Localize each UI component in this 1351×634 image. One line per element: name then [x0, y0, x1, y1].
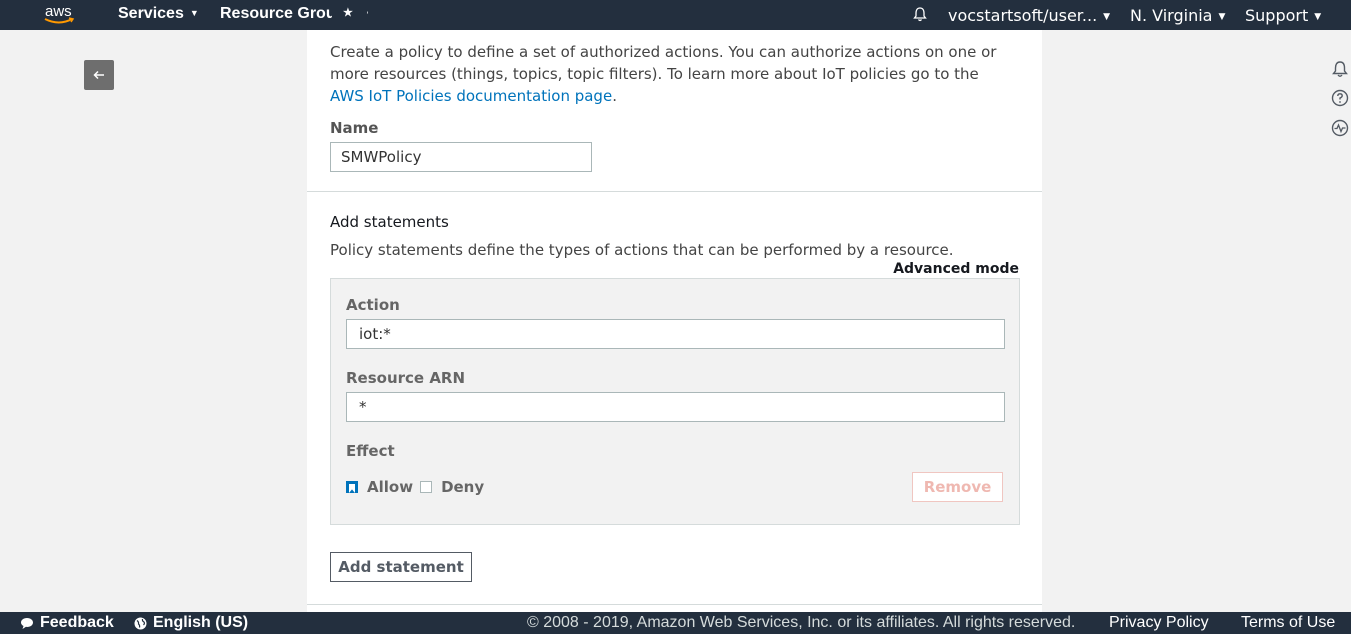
- help-icon[interactable]: [1331, 89, 1349, 107]
- top-navigation-bar: aws Services ▼ Resource Grou ★ ˒ vocstart…: [0, 0, 1351, 30]
- support-menu[interactable]: Support ▼: [1245, 6, 1321, 25]
- add-statements-heading: Add statements: [330, 213, 449, 231]
- language-selector[interactable]: English (US): [134, 614, 248, 632]
- region-menu[interactable]: N. Virginia ▼: [1130, 6, 1225, 25]
- resource-arn-label: Resource ARN: [346, 369, 466, 387]
- allow-label[interactable]: Allow: [367, 478, 413, 496]
- chevron-down-icon: ▼: [1103, 12, 1111, 22]
- support-label: Support: [1245, 6, 1309, 25]
- action-input[interactable]: iot:*: [346, 319, 1005, 349]
- resource-groups-label: Resource Grou: [220, 5, 332, 22]
- account-label: vocstartsoft/user...: [948, 6, 1098, 25]
- star-pin-icon[interactable]: ★: [343, 6, 353, 19]
- chevron-down-icon: ▼: [1314, 12, 1322, 22]
- arrow-left-icon: [93, 70, 104, 80]
- account-menu[interactable]: vocstartsoft/user... ▼: [948, 6, 1110, 25]
- services-menu[interactable]: Services ▼: [118, 5, 199, 23]
- terms-of-use-link[interactable]: Terms of Use: [1241, 614, 1335, 632]
- deny-label[interactable]: Deny: [441, 478, 484, 496]
- aws-logo[interactable]: aws: [44, 3, 78, 27]
- region-label: N. Virginia: [1130, 6, 1213, 25]
- resource-groups-menu[interactable]: Resource Grou: [220, 5, 332, 23]
- activity-pulse-icon[interactable]: [1331, 119, 1349, 137]
- panel-bottom-divider: [307, 604, 1042, 605]
- footer-bar: Feedback English (US) © 2008 - 2019, Ama…: [0, 612, 1351, 634]
- create-policy-panel: Create a policy to define a set of autho…: [307, 30, 1042, 612]
- notification-bell-icon[interactable]: [1331, 60, 1349, 78]
- intro-description: Create a policy to define a set of autho…: [330, 41, 1010, 107]
- intro-end: .: [612, 87, 617, 105]
- speech-bubble-icon: [21, 617, 33, 629]
- feedback-button[interactable]: Feedback: [20, 614, 114, 632]
- resource-arn-input[interactable]: *: [346, 392, 1005, 422]
- advanced-mode-link[interactable]: Advanced mode: [893, 261, 1019, 277]
- remove-statement-button[interactable]: Remove: [912, 472, 1003, 502]
- allow-checkbox[interactable]: [346, 481, 358, 493]
- bell-icon[interactable]: [913, 7, 927, 27]
- services-label: Services: [118, 5, 184, 22]
- privacy-policy-link[interactable]: Privacy Policy: [1109, 614, 1209, 632]
- deny-checkbox[interactable]: [420, 481, 433, 493]
- chevron-down-icon: ▼: [1218, 12, 1226, 22]
- iot-policies-doc-link[interactable]: AWS IoT Policies documentation page: [330, 87, 612, 105]
- feedback-label: Feedback: [40, 614, 114, 631]
- statements-description: Policy statements define the types of ac…: [330, 241, 954, 259]
- copyright-text: © 2008 - 2019, Amazon Web Services, Inc.…: [527, 614, 1076, 631]
- policy-statement-box: Action iot:* Resource ARN * Effect Allow…: [330, 278, 1020, 525]
- back-button[interactable]: [84, 60, 114, 90]
- pin-caret-icon[interactable]: ˒: [366, 6, 369, 16]
- intro-text: Create a policy to define a set of autho…: [330, 43, 997, 83]
- section-divider: [307, 191, 1042, 192]
- language-label: English (US): [153, 614, 249, 631]
- chevron-down-icon: ▼: [189, 8, 199, 18]
- action-label: Action: [346, 296, 400, 314]
- globe-icon: [134, 617, 147, 629]
- name-label: Name: [330, 119, 379, 137]
- policy-name-input[interactable]: SMWPolicy: [330, 142, 592, 172]
- effect-label: Effect: [346, 442, 395, 460]
- effect-options: Allow Deny: [346, 478, 484, 496]
- aws-smile-icon: [44, 17, 75, 24]
- add-statement-button[interactable]: Add statement: [330, 552, 472, 582]
